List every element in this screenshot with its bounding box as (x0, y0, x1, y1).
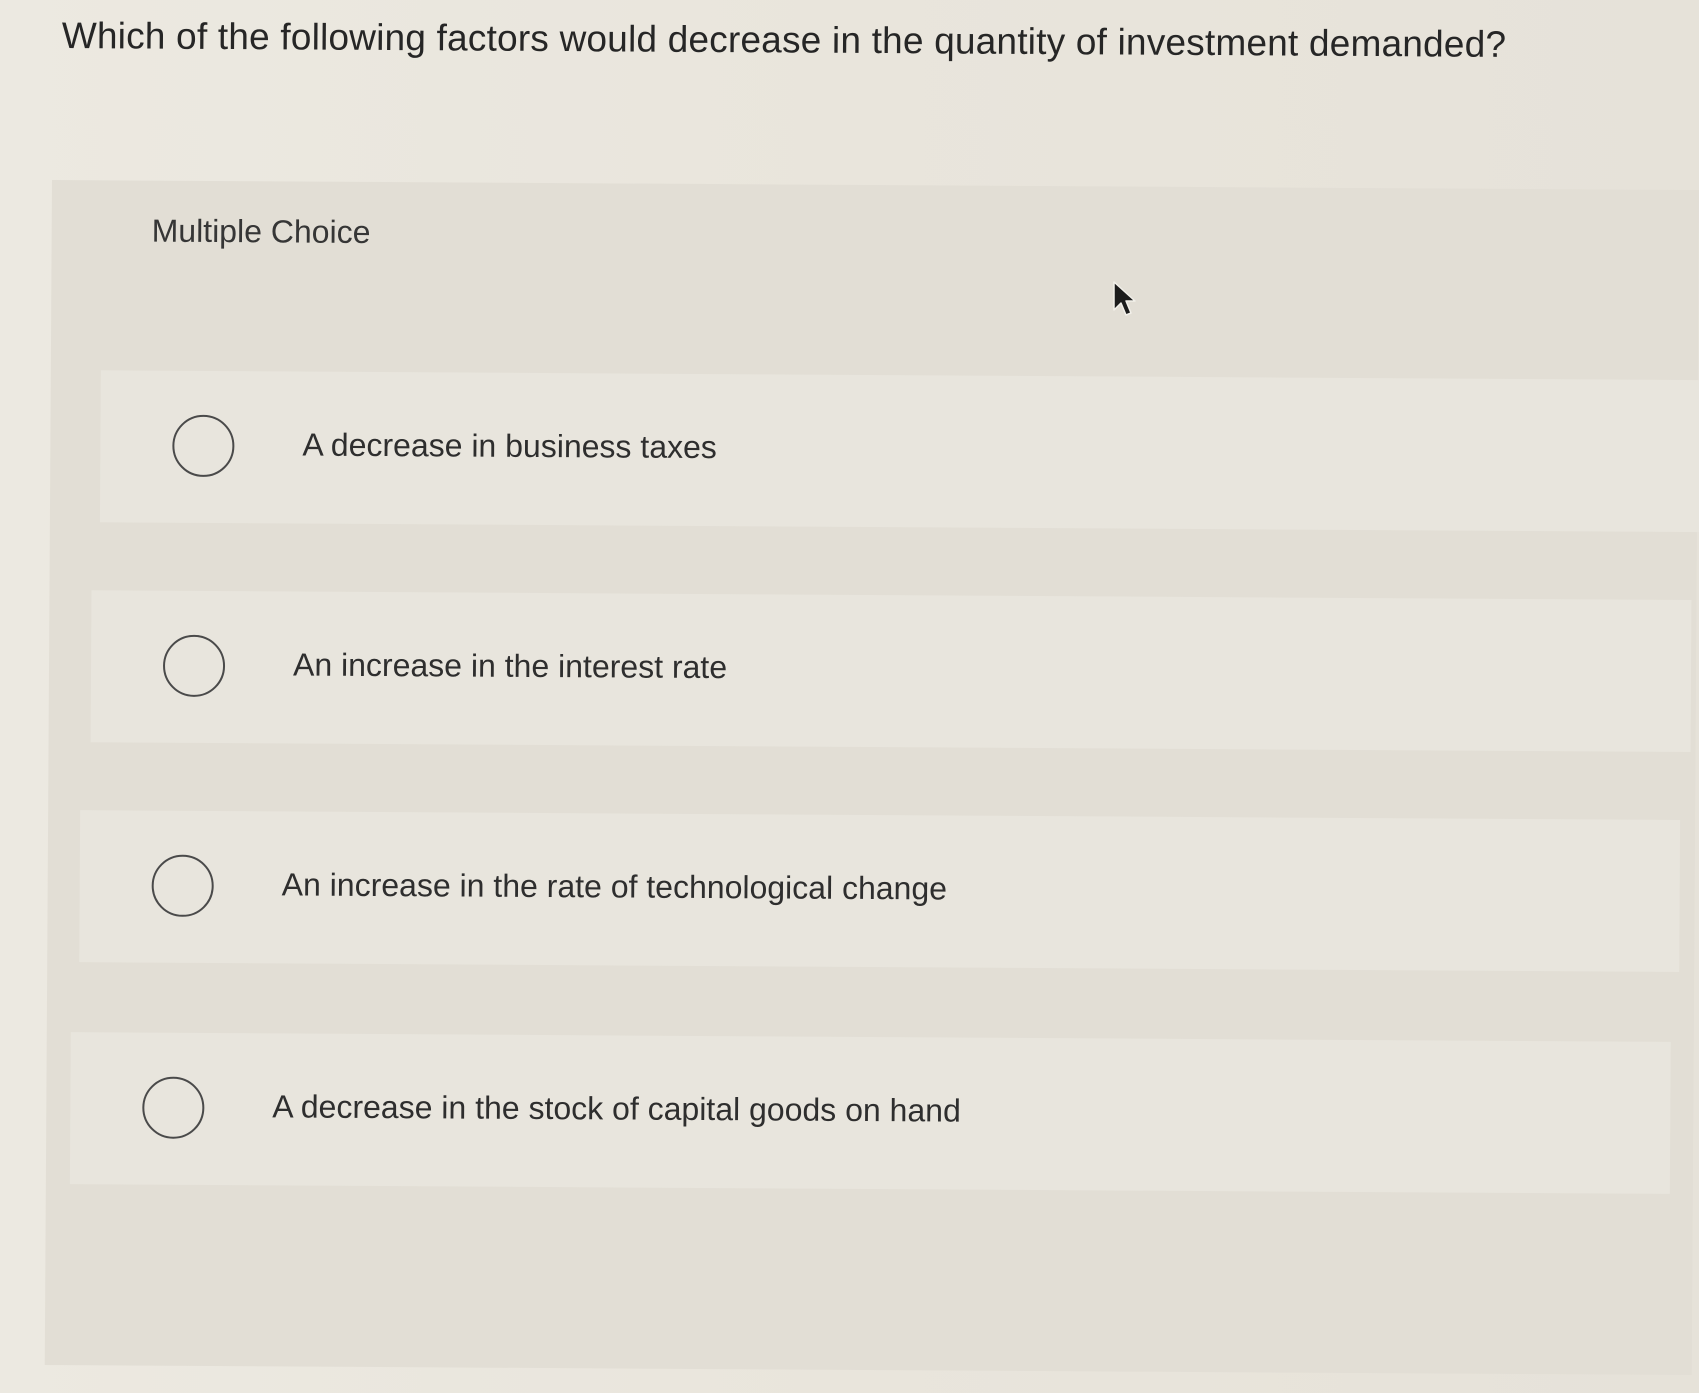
answer-option-2[interactable]: An increase in the interest rate (90, 590, 1692, 753)
radio-unselected-icon[interactable] (142, 1076, 205, 1139)
answer-option-label: An increase in the rate of technological… (281, 866, 948, 907)
answer-option-4[interactable]: A decrease in the stock of capital goods… (69, 1032, 1671, 1194)
radio-unselected-icon[interactable] (151, 854, 214, 918)
answer-option-label: A decrease in business taxes (302, 426, 717, 466)
answer-option-1[interactable]: A decrease in business taxes (99, 370, 1699, 533)
screen-photo: Which of the following factors would dec… (0, 0, 1699, 1393)
radio-unselected-icon[interactable] (172, 414, 235, 478)
question-text: Which of the following factors would dec… (61, 14, 1507, 65)
answer-option-label: An increase in the interest rate (292, 646, 728, 686)
question-type-label: Multiple Choice (151, 212, 371, 250)
answer-option-3[interactable]: An increase in the rate of technological… (79, 810, 1681, 972)
radio-unselected-icon[interactable] (162, 634, 226, 698)
multiple-choice-panel: Multiple Choice A decrease in business t… (44, 180, 1699, 1376)
answer-option-label: A decrease in the stock of capital goods… (272, 1088, 961, 1129)
mouse-pointer-icon (1113, 281, 1136, 316)
